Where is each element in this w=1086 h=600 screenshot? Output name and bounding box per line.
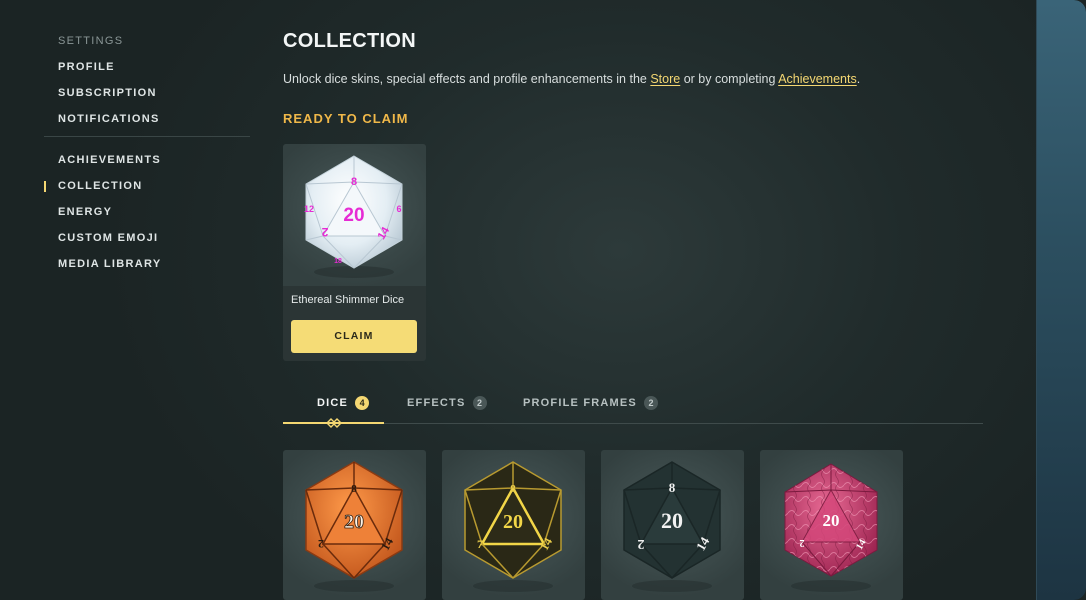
dark-d20-dice-icon: 8 20 2 14 — [623, 461, 721, 592]
dice-card-pink[interactable]: 20 2 14 — [760, 450, 903, 600]
dice-card-orange[interactable]: 8 20 2 14 — [283, 450, 426, 600]
svg-text:2: 2 — [321, 225, 328, 239]
white-d20-dice-icon: 8 20 12 2 14 6 18 — [304, 155, 403, 278]
sidebar-item-energy[interactable]: ENERGY — [44, 203, 250, 221]
sidebar-item-notifications[interactable]: NOTIFICATIONS — [44, 110, 250, 128]
sidebar-item-achievements[interactable]: ACHIEVEMENTS — [44, 151, 250, 169]
dice-card-dark-teal[interactable]: 8 20 2 14 — [601, 450, 744, 600]
svg-text:2: 2 — [638, 536, 645, 551]
svg-text:6: 6 — [396, 204, 401, 214]
sidebar-item-custom-emoji[interactable]: CUSTOM EMOJI — [44, 229, 250, 247]
svg-text:20: 20 — [503, 511, 523, 533]
orange-d20-dice-icon: 8 20 2 14 — [305, 461, 403, 592]
tab-effects-label: EFFECTS — [407, 397, 466, 409]
svg-text:20: 20 — [661, 508, 683, 533]
settings-sidebar: SETTINGS PROFILE SUBSCRIPTION NOTIFICATI… — [44, 32, 250, 281]
svg-text:8: 8 — [510, 483, 516, 495]
claim-item-name: Ethereal Shimmer Dice — [291, 294, 405, 306]
svg-text:7: 7 — [477, 537, 483, 551]
collection-tabs: DICE 4 EFFECTS 2 PROFILE FRAMES 2 — [283, 388, 983, 428]
subtitle-text-start: Unlock dice skins, special effects and p… — [283, 72, 651, 86]
page-subtitle: Unlock dice skins, special effects and p… — [283, 72, 983, 90]
sidebar-item-media-library[interactable]: MEDIA LIBRARY — [44, 255, 250, 273]
subtitle-text-end: . — [856, 72, 861, 86]
page-title: COLLECTION — [283, 30, 416, 52]
svg-text:20: 20 — [823, 511, 840, 530]
svg-text:12: 12 — [304, 204, 314, 214]
svg-text:18: 18 — [334, 258, 342, 265]
collection-panel: COLLECTION Unlock dice skins, special ef… — [283, 30, 983, 600]
tab-profile-frames-count-badge: 2 — [643, 396, 658, 410]
tab-profile-frames-label: PROFILE FRAMES — [523, 397, 637, 409]
svg-text:8: 8 — [351, 483, 357, 495]
diamond-ornament-icon — [326, 418, 342, 428]
svg-text:2: 2 — [318, 537, 324, 551]
ready-to-claim-heading: READY TO CLAIM — [283, 111, 409, 126]
tab-profile-frames[interactable]: PROFILE FRAMES 2 — [523, 388, 658, 418]
pink-d20-dice-icon: 20 2 14 — [784, 463, 878, 592]
sidebar-divider — [44, 136, 250, 137]
tab-dice-count-badge: 4 — [355, 396, 370, 410]
svg-text:8: 8 — [351, 176, 357, 188]
svg-text:8: 8 — [669, 480, 676, 495]
claim-button[interactable]: CLAIM — [291, 320, 417, 353]
gold-d20-dice-icon: 8 20 7 14 — [464, 461, 562, 592]
tab-effects[interactable]: EFFECTS 2 — [407, 388, 487, 418]
tabs-divider — [283, 423, 983, 424]
svg-text:20: 20 — [343, 205, 364, 226]
tab-dice[interactable]: DICE 4 — [317, 388, 370, 418]
subtitle-text-middle: or by completing — [680, 72, 779, 86]
ethereal-shimmer-dice-image: 8 20 12 2 14 6 18 — [283, 144, 426, 286]
background-edge-panel — [1036, 0, 1086, 600]
sidebar-item-profile[interactable]: PROFILE — [44, 58, 250, 76]
sidebar-heading: SETTINGS — [58, 35, 124, 47]
settings-window: SETTINGS PROFILE SUBSCRIPTION NOTIFICATI… — [0, 0, 1086, 600]
sidebar-item-collection[interactable]: COLLECTION — [44, 177, 250, 195]
sidebar-item-subscription[interactable]: SUBSCRIPTION — [44, 84, 250, 102]
svg-text:2: 2 — [800, 537, 805, 548]
achievements-link[interactable]: Achievements — [778, 72, 857, 86]
store-link[interactable]: Store — [650, 72, 680, 86]
svg-text:20: 20 — [344, 511, 364, 533]
dice-card-gold-black[interactable]: 8 20 7 14 — [442, 450, 585, 600]
tab-dice-label: DICE — [317, 397, 349, 409]
tab-effects-count-badge: 2 — [472, 396, 487, 410]
claim-card: 8 20 12 2 14 6 18 Ethereal Shimmer Dice … — [283, 144, 426, 361]
